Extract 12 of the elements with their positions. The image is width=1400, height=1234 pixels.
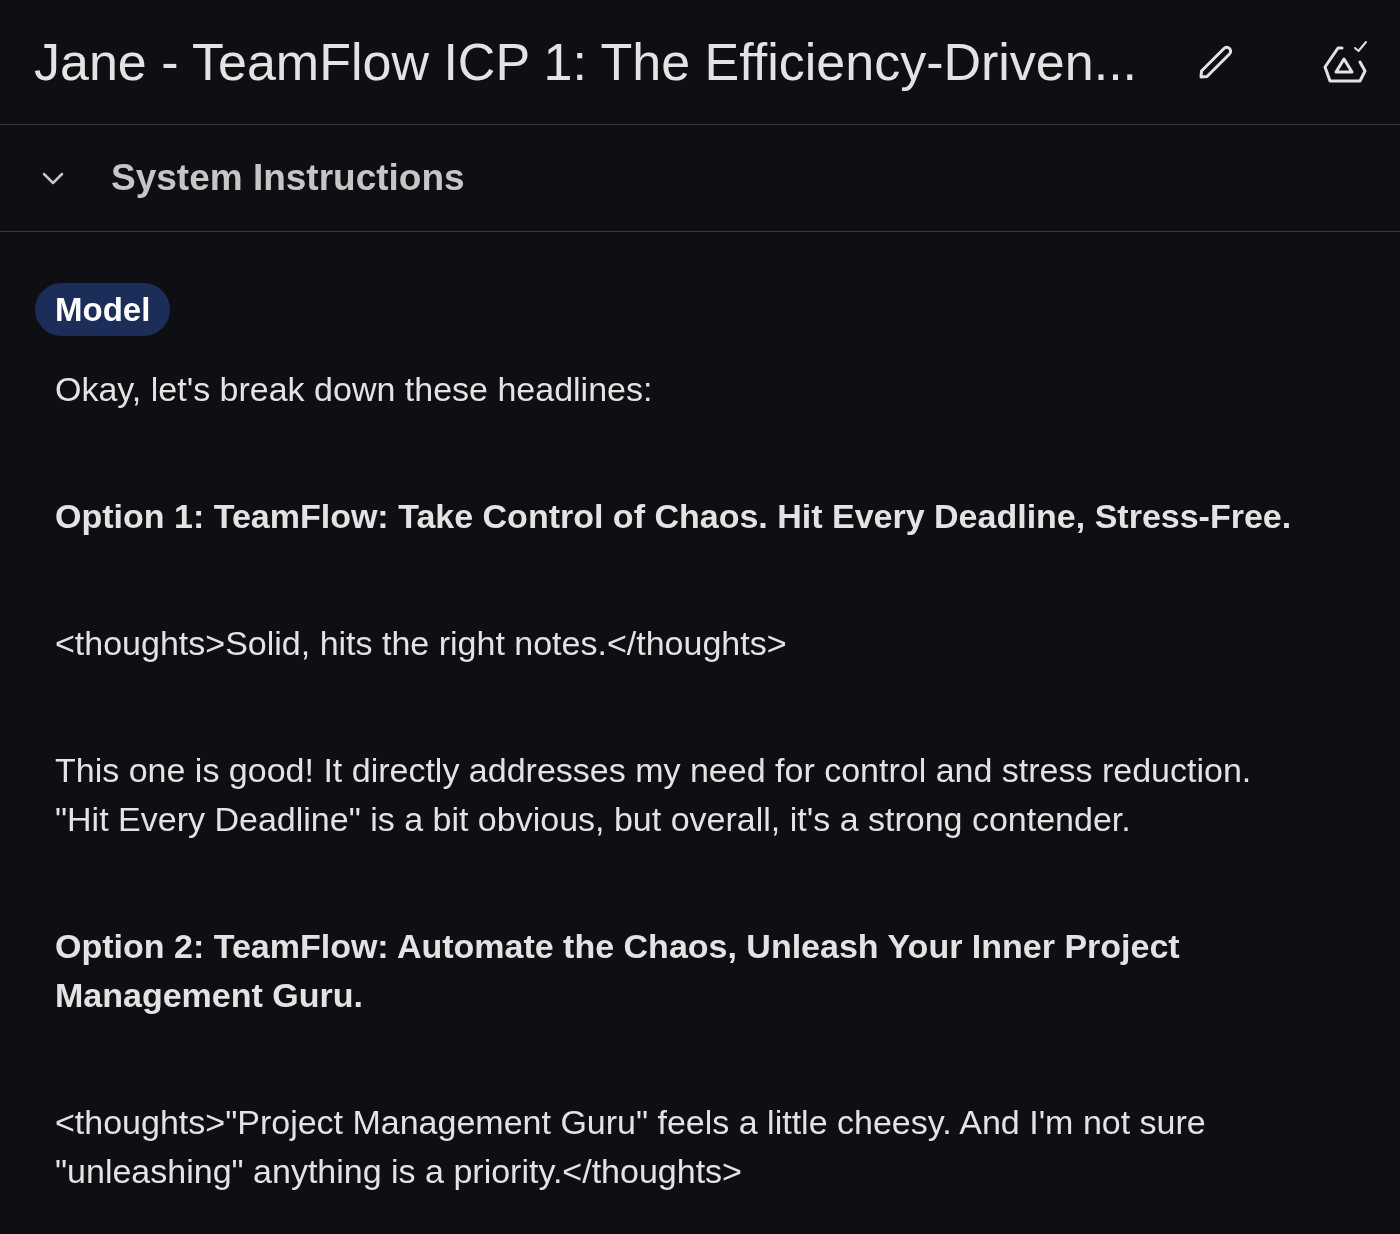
role-badge: Model [35, 283, 171, 336]
chat-title: Jane - TeamFlow ICP 1: The Efficiency-Driven... [34, 33, 1138, 91]
system-instructions-toggle[interactable]: System Instructions [111, 154, 465, 202]
option-heading: Option 1: TeamFlow: Take Control of Chaos. Hit Every Deadline, Stress-Free. [55, 496, 1293, 537]
option-heading: Option 2: TeamFlow: Automate the Chaos, Unleash Your Inner Project Management Guru. [55, 926, 1181, 1016]
pencil-icon[interactable] [1198, 44, 1234, 80]
message-paragraph: This one is good! It directly addresses my need for control and stress reduction. "Hit Every Deadline" is a bit obvious, but overall, it's a strong contender. [55, 750, 1253, 840]
chevron-icon[interactable] [42, 171, 64, 185]
triangle-check-icon[interactable] [1322, 40, 1368, 84]
message-paragraph: <thoughts>Solid, hits the right notes.</thoughts> [55, 623, 788, 664]
message-paragraph: <thoughts>"Project Management Guru" feels a little cheesy. And I'm not sure "unleashing" anything is a priority.</thoughts> [55, 1102, 1207, 1192]
message-paragraph: Okay, let's break down these headlines: [55, 369, 654, 410]
